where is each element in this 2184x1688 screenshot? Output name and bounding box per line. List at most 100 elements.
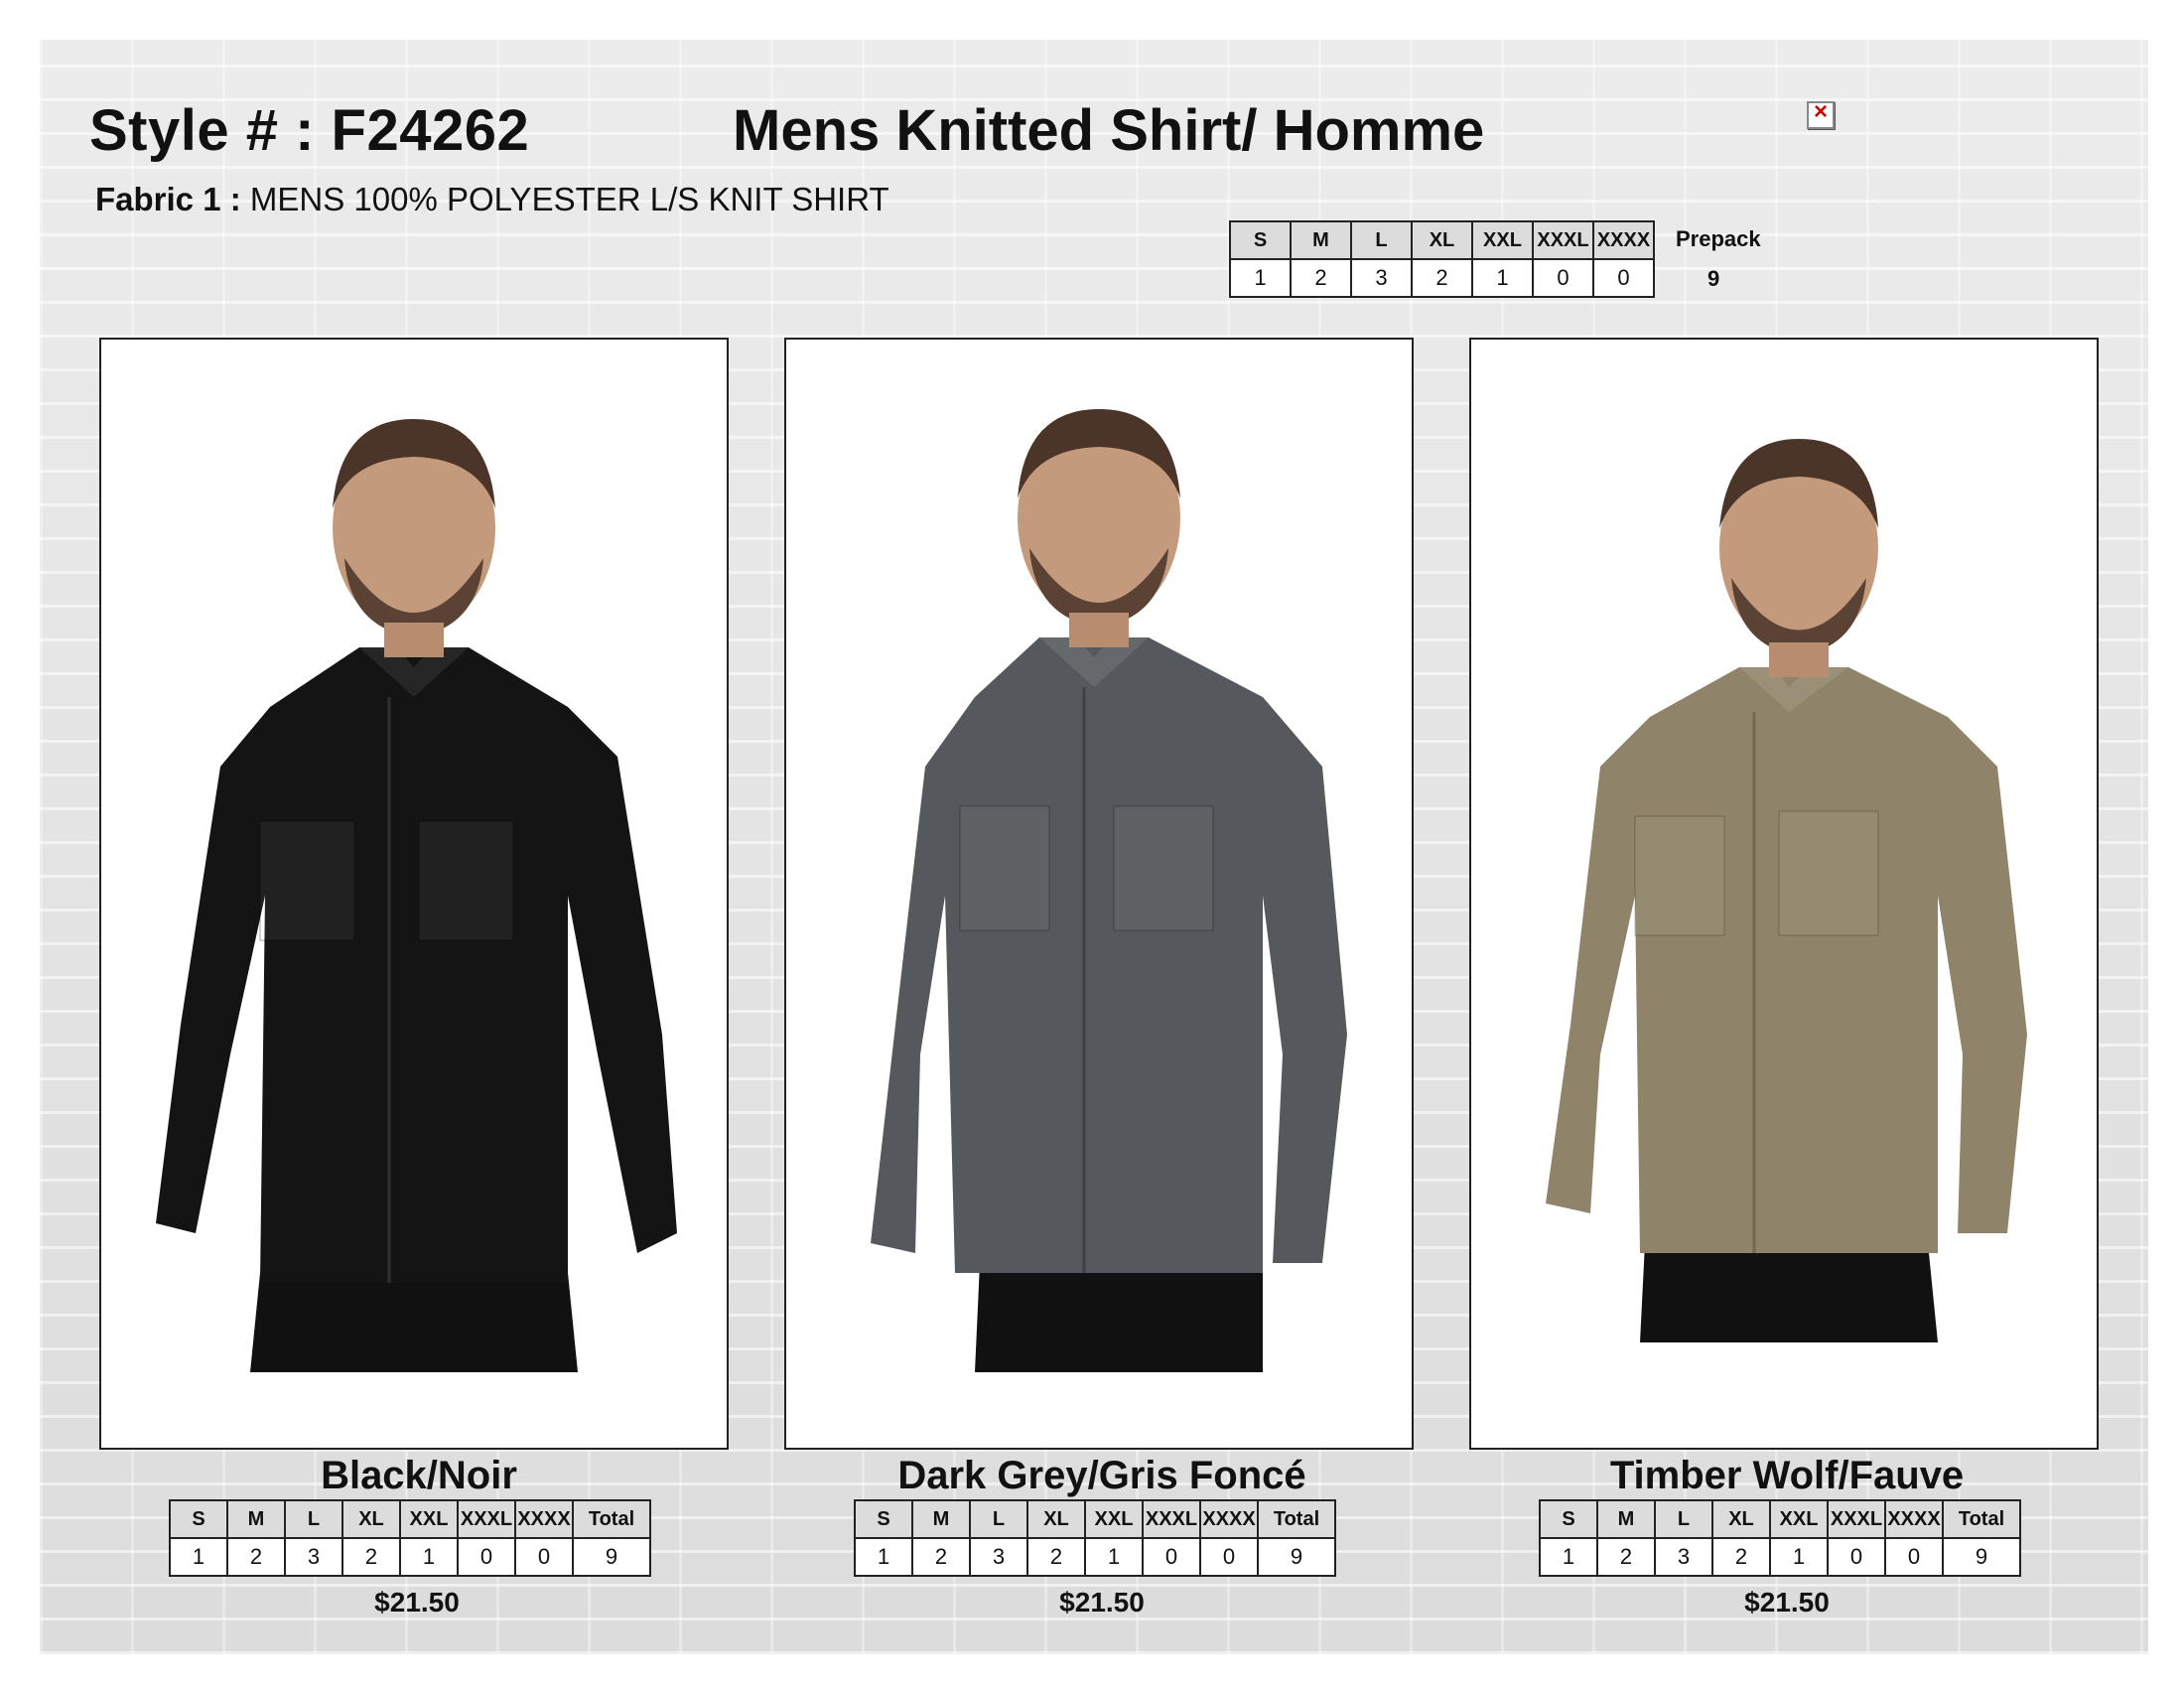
size-header: S <box>1539 1499 1598 1539</box>
shirt-photo <box>871 409 1347 1372</box>
size-quantity: 1 <box>1471 258 1534 298</box>
size-quantity: 3 <box>1350 258 1413 298</box>
total-quantity: 9 <box>572 1537 651 1577</box>
size-header: XXXL <box>1827 1499 1886 1539</box>
pocket-right <box>1113 805 1214 931</box>
size-header: XXL <box>1471 220 1534 260</box>
size-quantity: 0 <box>514 1537 574 1577</box>
shirt-body <box>156 647 677 1283</box>
size-quantity: 1 <box>854 1537 913 1577</box>
total-quantity: 9 <box>1257 1537 1336 1577</box>
size-header: S <box>169 1499 228 1539</box>
size-header: XL <box>1711 1499 1771 1539</box>
size-header: XXXX <box>1592 220 1655 260</box>
prepack-label: Prepack <box>1676 226 1761 251</box>
product-size-table: S M L XL XXL XXXL XXXX Total 1 2 3 2 1 0… <box>169 1499 651 1577</box>
size-header: S <box>854 1499 913 1539</box>
product-price: $21.50 <box>374 1587 460 1618</box>
pocket-left <box>259 820 355 941</box>
fabric-value: MENS 100% POLYESTER L/S KNIT SHIRT <box>249 181 889 217</box>
pocket-right <box>418 820 514 941</box>
size-header: L <box>284 1499 343 1539</box>
size-quantity: 1 <box>1769 1537 1829 1577</box>
size-header: L <box>1654 1499 1713 1539</box>
size-quantity: 2 <box>1411 258 1473 298</box>
size-quantity: 1 <box>399 1537 459 1577</box>
size-quantity: 0 <box>1884 1537 1944 1577</box>
size-header: L <box>969 1499 1028 1539</box>
size-header: M <box>1596 1499 1656 1539</box>
size-header: XXXL <box>1142 1499 1201 1539</box>
prepack-total: 9 <box>1707 266 1720 291</box>
shirt-body <box>1546 667 2027 1253</box>
size-header: XXXL <box>457 1499 516 1539</box>
product-size-table: S M L XL XXL XXXL XXXX Total 1 2 3 2 1 0… <box>854 1499 1336 1577</box>
product-price: $21.50 <box>1744 1587 1830 1618</box>
size-header: XXL <box>399 1499 459 1539</box>
fabric-description: Fabric 1 : MENS 100% POLYESTER L/S KNIT … <box>95 181 889 218</box>
size-quantity: 0 <box>1592 258 1655 298</box>
total-header: Total <box>1257 1499 1336 1539</box>
product-image-dark-grey <box>784 338 1414 1450</box>
size-quantity: 0 <box>1532 258 1594 298</box>
product-price: $21.50 <box>1059 1587 1145 1618</box>
size-quantity: 0 <box>1142 1537 1201 1577</box>
size-quantity: 3 <box>284 1537 343 1577</box>
size-header: XXXX <box>514 1499 574 1539</box>
product-color-name: Black/Noir <box>321 1454 517 1497</box>
style-number: Style # : F24262 <box>89 98 530 163</box>
size-quantity: 0 <box>1827 1537 1886 1577</box>
size-header: M <box>226 1499 286 1539</box>
product-image-black <box>99 338 729 1450</box>
broken-image-icon <box>1807 98 1835 129</box>
total-header: Total <box>572 1499 651 1539</box>
shirt-photo <box>1546 439 2027 1342</box>
pocket-left <box>1634 815 1725 936</box>
pants <box>250 1273 578 1372</box>
size-quantity: 2 <box>341 1537 401 1577</box>
size-header: M <box>1290 220 1352 260</box>
size-header: S <box>1229 220 1292 260</box>
size-header: XXXL <box>1532 220 1594 260</box>
size-quantity: 1 <box>1229 258 1292 298</box>
page-title: Mens Knitted Shirt/ Homme <box>733 98 1485 163</box>
size-header: XXL <box>1084 1499 1144 1539</box>
product-image-timber-wolf <box>1469 338 2099 1450</box>
size-quantity: 0 <box>1199 1537 1259 1577</box>
neck <box>1769 642 1829 677</box>
pants <box>975 1263 1263 1372</box>
size-quantity: 2 <box>1026 1537 1086 1577</box>
total-quantity: 9 <box>1942 1537 2021 1577</box>
size-header: XXXX <box>1199 1499 1259 1539</box>
size-header: XXXX <box>1884 1499 1944 1539</box>
pocket-right <box>1778 810 1879 936</box>
product-color-name: Dark Grey/Gris Foncé <box>897 1454 1306 1497</box>
product-color-name: Timber Wolf/Fauve <box>1609 1454 1965 1497</box>
size-quantity: 1 <box>1539 1537 1598 1577</box>
size-quantity: 0 <box>457 1537 516 1577</box>
shirt-photo <box>156 419 677 1372</box>
neck <box>384 623 444 657</box>
size-quantity: 3 <box>969 1537 1028 1577</box>
size-quantity: 2 <box>226 1537 286 1577</box>
prepack-size-table: S M L XL XXL XXXL XXXX 1 2 3 2 1 0 0 <box>1229 220 1655 298</box>
size-header: XL <box>1026 1499 1086 1539</box>
size-header: XXL <box>1769 1499 1829 1539</box>
size-header: XL <box>341 1499 401 1539</box>
size-quantity: 1 <box>169 1537 228 1577</box>
size-quantity: 2 <box>1596 1537 1656 1577</box>
size-quantity: 3 <box>1654 1537 1713 1577</box>
fabric-label: Fabric 1 : <box>95 181 241 217</box>
size-header: L <box>1350 220 1413 260</box>
size-header: XL <box>1411 220 1473 260</box>
pants <box>1640 1243 1938 1342</box>
size-quantity: 2 <box>1711 1537 1771 1577</box>
pocket-left <box>959 805 1050 931</box>
shirt-body <box>871 637 1347 1273</box>
neck <box>1069 613 1129 647</box>
size-quantity: 2 <box>1290 258 1352 298</box>
size-header: M <box>911 1499 971 1539</box>
total-header: Total <box>1942 1499 2021 1539</box>
product-size-table: S M L XL XXL XXXL XXXX Total 1 2 3 2 1 0… <box>1539 1499 2021 1577</box>
size-quantity: 1 <box>1084 1537 1144 1577</box>
